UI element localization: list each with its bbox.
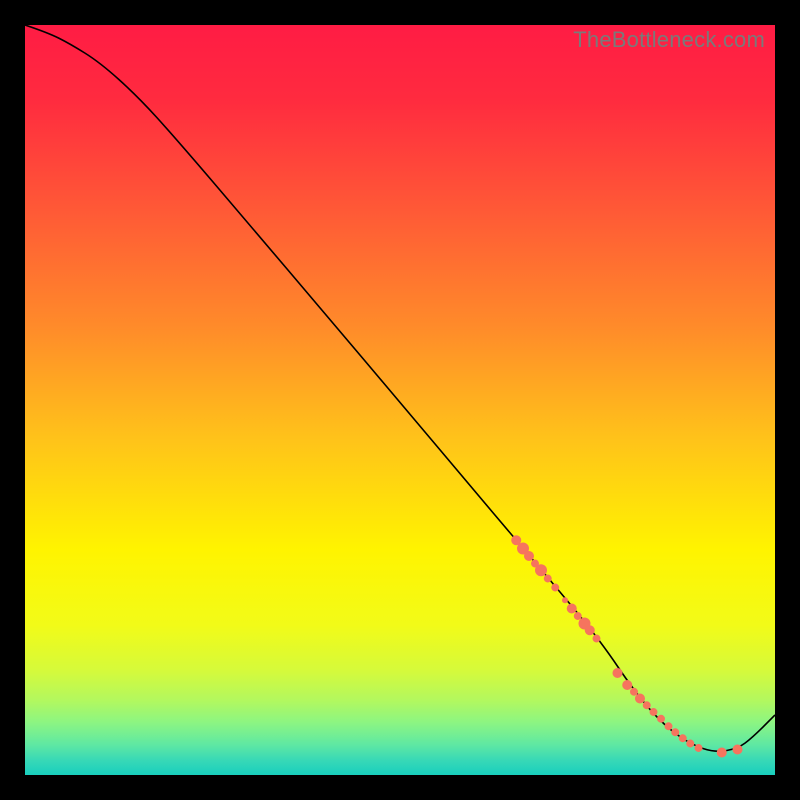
data-point (732, 744, 742, 754)
watermark-text: TheBottleneck.com (573, 27, 765, 53)
data-point (630, 688, 638, 696)
data-point (717, 747, 727, 757)
data-point (524, 551, 534, 561)
bottleneck-curve (25, 25, 775, 751)
data-point (635, 693, 645, 703)
data-point (574, 612, 582, 620)
data-point (671, 728, 679, 736)
data-point (686, 740, 694, 748)
data-point (643, 701, 651, 709)
data-point (657, 715, 665, 723)
scatter-points (511, 535, 742, 757)
data-point (562, 597, 568, 603)
data-point (585, 625, 595, 635)
data-point (567, 603, 577, 613)
data-point (665, 722, 673, 730)
chart-container: TheBottleneck.com (0, 0, 800, 800)
curve-layer (25, 25, 775, 775)
data-point (622, 680, 632, 690)
data-point (650, 708, 658, 716)
plot-area: TheBottleneck.com (25, 25, 775, 775)
data-point (593, 635, 601, 643)
data-point (695, 744, 703, 752)
data-point (535, 564, 547, 576)
data-point (612, 668, 622, 678)
data-point (544, 575, 552, 583)
data-point (551, 584, 559, 592)
data-point (679, 734, 687, 742)
